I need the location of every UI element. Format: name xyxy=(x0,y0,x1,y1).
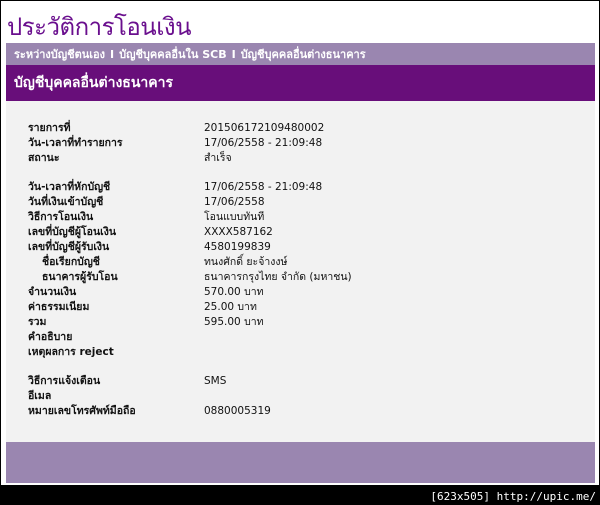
detail-value: 17/06/2558 - 21:09:48 xyxy=(204,181,323,193)
nav-scb-others-link[interactable]: บัญชีบุคคลอื่นใน SCB xyxy=(119,45,227,63)
nav-separator: I xyxy=(110,47,115,61)
transfer-details: รายการที่ 201506172109480002 วัน-เวลาที่… xyxy=(6,101,595,441)
detail-label: วันที่เงินเข้าบัญชี xyxy=(28,196,104,208)
detail-label: คำอธิบาย xyxy=(28,331,73,343)
image-host-watermark: [623x505] http://upic.me/ xyxy=(430,490,596,503)
detail-label: จำนวนเงิน xyxy=(28,286,77,298)
browser-frame: ประวัติการโอนเงิน ระหว่างบัญชีตนเอง I บั… xyxy=(1,1,599,485)
detail-label: หมายเลขโทรศัพท์มือถือ xyxy=(28,405,136,417)
detail-value: ธนาคารกรุงไทย จำกัด (มหาชน) xyxy=(204,271,352,283)
nav-other-bank-link[interactable]: บัญชีบุคคลอื่นต่างธนาคาร xyxy=(241,45,366,63)
detail-value: 4580199839 xyxy=(204,241,271,253)
detail-value: 17/06/2558 - 21:09:48 xyxy=(204,137,323,149)
detail-label: วิธีการโอนเงิน xyxy=(28,211,94,223)
detail-value: SMS xyxy=(204,375,227,387)
detail-label: ค่าธรรมเนียม xyxy=(28,301,90,313)
detail-label: สถานะ xyxy=(28,152,60,164)
detail-label: อีเมล xyxy=(28,390,52,402)
detail-value: 25.00 บาท xyxy=(204,301,257,313)
detail-label: วัน-เวลาที่หักบัญชี xyxy=(28,181,111,193)
detail-label: รายการที่ xyxy=(28,122,71,134)
detail-label: รวม xyxy=(28,316,47,328)
detail-value: 0880005319 xyxy=(204,405,271,417)
detail-label: วัน-เวลาที่ทำรายการ xyxy=(28,137,123,149)
detail-label: เลขที่บัญชีผู้รับเงิน xyxy=(28,241,110,253)
detail-value: 17/06/2558 xyxy=(204,196,265,208)
page-title: ประวัติการโอนเงิน xyxy=(7,13,192,41)
detail-label: เลขที่บัญชีผู้โอนเงิน xyxy=(28,226,117,238)
detail-value: โอนแบบทันที xyxy=(204,211,265,223)
detail-value: 570.00 บาท xyxy=(204,286,264,298)
detail-value: 201506172109480002 xyxy=(204,122,325,134)
panel-footer xyxy=(6,442,595,483)
detail-label: ชื่อเรียกบัญชี xyxy=(42,256,100,268)
panel-heading: บัญชีบุคคลอื่นต่างธนาคาร xyxy=(6,65,595,101)
detail-label: เหตุผลการ reject xyxy=(28,346,114,358)
nav-own-accounts-link[interactable]: ระหว่างบัญชีตนเอง xyxy=(14,45,105,63)
detail-label: วิธีการแจ้งเตือน xyxy=(28,375,101,387)
detail-label: ธนาคารผู้รับโอน xyxy=(42,271,118,283)
detail-value: XXXX587162 xyxy=(204,226,273,238)
transfer-detail-panel: บัญชีบุคคลอื่นต่างธนาคาร รายการที่ 20150… xyxy=(6,65,595,483)
nav-separator: I xyxy=(231,47,236,61)
detail-value: สำเร็จ xyxy=(204,152,232,164)
transfer-type-nav: ระหว่างบัญชีตนเอง I บัญชีบุคคลอื่นใน SCB… xyxy=(6,43,595,65)
detail-value: 595.00 บาท xyxy=(204,316,264,328)
detail-value: ทนงศักดิ์ ยะจ้างงษ์ xyxy=(204,256,288,268)
